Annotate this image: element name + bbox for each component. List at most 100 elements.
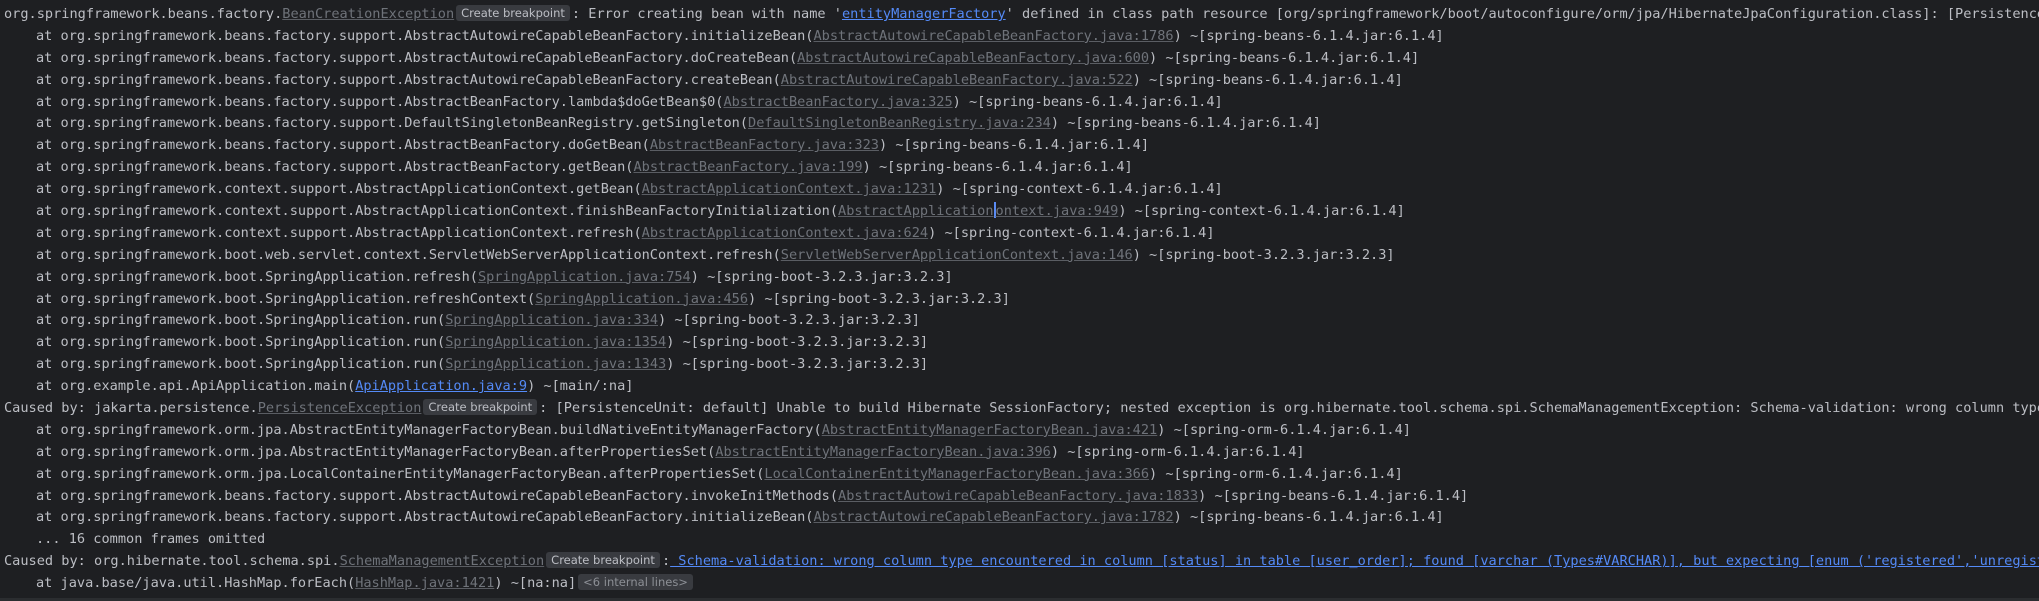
stack-frame-line: at org.springframework.boot.SpringApplic… (0, 289, 2039, 311)
message-text: : [PersistenceUnit: default] Unable to b… (539, 400, 2039, 417)
frame-method: at org.springframework.orm.jpa.AbstractE… (36, 443, 716, 460)
frame-method: at org.springframework.orm.jpa.LocalCont… (36, 465, 765, 482)
frame-jar: ) ~[spring-beans-6.1.4.jar:6.1.4] (1132, 71, 1403, 88)
frame-jar: ) ~[spring-beans-6.1.4.jar:6.1.4] (1149, 49, 1420, 66)
source-link[interactable]: DefaultSingletonBeanRegistry.java:234 (748, 115, 1051, 131)
stack-frame-line: at org.springframework.boot.web.servlet.… (0, 245, 2039, 267)
create-breakpoint-button[interactable]: Create breakpoint (546, 552, 660, 569)
stack-frame-line: at org.springframework.orm.jpa.AbstractE… (0, 420, 2039, 442)
frame-method: at org.springframework.beans.factory.sup… (36, 27, 814, 44)
frame-method: at org.springframework.context.support.A… (36, 224, 642, 241)
caused-by-text: Caused by: org.hibernate.tool.schema.spi… (4, 553, 340, 570)
colon-text: : (661, 553, 671, 570)
frame-jar: ) ~[spring-beans-6.1.4.jar:6.1.4] (952, 93, 1223, 110)
stack-frame-line: at org.springframework.boot.SpringApplic… (0, 354, 2039, 376)
frame-jar: ) ~[na:na] (494, 575, 577, 592)
frame-jar: ) ~[spring-boot-3.2.3.jar:3.2.3] (1132, 246, 1395, 263)
frame-method: at org.springframework.beans.factory.sup… (36, 137, 650, 154)
stack-frame-line: at java.base/java.util.HashMap.forEach(H… (0, 573, 2039, 595)
stack-frame-line: at org.example.api.ApiApplication.main(A… (0, 376, 2039, 398)
exception-header-line: org.springframework.beans.factory.BeanCr… (0, 4, 2039, 26)
schema-validation-message-link[interactable]: Schema-validation: wrong column type enc… (670, 553, 2039, 569)
frame-method: at org.springframework.boot.SpringApplic… (36, 290, 536, 307)
caused-by-line: Caused by: jakarta.persistence.Persisten… (0, 398, 2039, 420)
caused-by-line: Caused by: org.hibernate.tool.schema.spi… (0, 551, 2039, 573)
source-link[interactable]: AbstractApplication ontext.java:949 (838, 202, 1118, 219)
frame-jar: ) ~[spring-beans-6.1.4.jar:6.1.4] (862, 159, 1133, 176)
frame-jar: ) ~[spring-boot-3.2.3.jar:3.2.3] (658, 312, 920, 329)
frame-jar: ) ~[spring-context-6.1.4.jar:6.1.4] (928, 224, 1215, 241)
frame-jar: ) ~[spring-beans-6.1.4.jar:6.1.4] (1198, 487, 1469, 504)
bean-name-link[interactable]: entityManagerFactory (842, 6, 1006, 22)
source-link[interactable]: ApiApplication.java:9 (355, 378, 527, 394)
stack-frame-line: at org.springframework.boot.SpringApplic… (0, 267, 2039, 289)
stack-frame-line: at org.springframework.orm.jpa.AbstractE… (0, 442, 2039, 464)
caused-by-text: Caused by: jakarta.persistence. (4, 400, 258, 417)
source-link[interactable]: SpringApplication.java:754 (478, 269, 691, 285)
frame-jar: ) ~[spring-context-6.1.4.jar:6.1.4] (936, 181, 1223, 198)
frame-jar: ) ~[spring-boot-3.2.3.jar:3.2.3] (666, 356, 929, 373)
exception-class-link[interactable]: PersistenceException (258, 400, 422, 416)
source-link[interactable]: AbstractApplicationContext.java:1231 (642, 181, 937, 197)
frame-jar: ) ~[spring-beans-6.1.4.jar:6.1.4] (878, 137, 1150, 154)
stack-frame-line: at org.springframework.beans.factory.sup… (0, 26, 2039, 48)
frame-jar: ) ~[spring-beans-6.1.4.jar:6.1.4] (1050, 115, 1321, 132)
omitted-frames-line: ... 16 common frames omitted (36, 531, 266, 548)
message-text: ' defined in class path resource [org/sp… (1005, 6, 2039, 22)
frame-method: at java.base/java.util.HashMap.forEach( (36, 575, 356, 592)
stack-frame-line: at org.springframework.context.support.A… (0, 179, 2039, 201)
source-link[interactable]: SpringApplication.java:334 (445, 312, 658, 328)
frame-method: at org.springframework.beans.factory.sup… (36, 487, 839, 504)
source-link[interactable]: HashMap.java:1421 (355, 575, 494, 591)
frame-jar: ) ~[spring-orm-6.1.4.jar:6.1.4] (1157, 421, 1411, 438)
frame-jar: ) ~[main/:na] (527, 378, 634, 395)
frame-method: at org.springframework.boot.SpringApplic… (36, 312, 446, 329)
frame-method: at org.springframework.beans.factory.sup… (36, 115, 749, 132)
source-link[interactable]: LocalContainerEntityManagerFactoryBean.j… (764, 466, 1149, 482)
frame-jar: ) ~[spring-boot-3.2.3.jar:3.2.3] (748, 290, 1010, 307)
source-link[interactable]: AbstractAutowireCapableBeanFactory.java:… (814, 509, 1174, 525)
frame-method: at org.springframework.boot.SpringApplic… (36, 356, 446, 373)
stack-frame-line: at org.springframework.beans.factory.sup… (0, 48, 2039, 70)
create-breakpoint-button[interactable]: Create breakpoint (456, 5, 570, 21)
stack-frame-line: at org.springframework.orm.jpa.LocalCont… (0, 464, 2039, 486)
source-link[interactable]: AbstractAutowireCapableBeanFactory.java:… (838, 488, 1198, 504)
stack-frame-line: at org.springframework.beans.factory.sup… (0, 157, 2039, 179)
frame-jar: ) ~[spring-boot-3.2.3.jar:3.2.3] (690, 268, 953, 285)
source-link[interactable]: AbstractBeanFactory.java:325 (723, 94, 952, 110)
frame-jar: ) ~[spring-orm-6.1.4.jar:6.1.4] (1149, 465, 1403, 482)
create-breakpoint-button[interactable]: Create breakpoint (423, 399, 538, 416)
internal-lines-toggle[interactable]: <6 internal lines> (578, 574, 693, 591)
source-link[interactable]: AbstractBeanFactory.java:323 (650, 137, 879, 153)
source-link[interactable]: SpringApplication.java:1354 (445, 334, 666, 350)
stack-frame-line: at org.springframework.boot.SpringApplic… (0, 310, 2039, 332)
frame-jar: ) ~[spring-orm-6.1.4.jar:6.1.4] (1050, 443, 1305, 460)
frame-method: at org.springframework.boot.web.servlet.… (36, 246, 781, 263)
console-output[interactable]: org.springframework.beans.factory.BeanCr… (0, 0, 2039, 601)
frame-method: at org.springframework.boot.SpringApplic… (36, 334, 446, 351)
stack-frame-line: at org.springframework.context.support.A… (0, 201, 2039, 223)
text-cursor (993, 202, 996, 219)
source-link[interactable]: AbstractEntityManagerFactoryBean.java:39… (715, 444, 1051, 460)
source-link[interactable]: AbstractAutowireCapableBeanFactory.java:… (797, 50, 1149, 66)
frame-jar: ) ~[spring-context-6.1.4.jar:6.1.4] (1118, 203, 1405, 220)
source-link[interactable]: AbstractAutowireCapableBeanFactory.java:… (781, 72, 1133, 88)
stack-frame-line: at org.springframework.beans.factory.sup… (0, 486, 2039, 508)
source-link[interactable]: AbstractApplicationContext.java:624 (642, 225, 928, 241)
frame-method: at org.example.api.ApiApplication.main( (36, 378, 356, 395)
frame-method: at org.springframework.beans.factory.sup… (36, 71, 781, 88)
source-link[interactable]: AbstractEntityManagerFactoryBean.java:42… (822, 422, 1158, 438)
stack-frame-line: at org.springframework.beans.factory.sup… (0, 135, 2039, 157)
stack-frame-line: at org.springframework.beans.factory.sup… (0, 70, 2039, 92)
exception-class-link[interactable]: BeanCreationException (282, 6, 454, 22)
source-link[interactable]: ServletWebServerApplicationContext.java:… (781, 247, 1133, 263)
source-link[interactable]: SpringApplication.java:1343 (445, 356, 666, 372)
source-link[interactable]: SpringApplication.java:456 (535, 291, 748, 307)
exception-class-link[interactable]: SchemaManagementException (340, 553, 545, 569)
message-text: : Error creating bean with name ' (571, 6, 842, 22)
frame-method: at org.springframework.context.support.A… (36, 181, 642, 198)
frame-jar: ) ~[spring-boot-3.2.3.jar:3.2.3] (666, 334, 929, 351)
source-link[interactable]: AbstractBeanFactory.java:199 (633, 159, 862, 175)
source-link[interactable]: AbstractAutowireCapableBeanFactory.java:… (814, 28, 1174, 44)
stack-frame-line: at org.springframework.beans.factory.sup… (0, 113, 2039, 135)
